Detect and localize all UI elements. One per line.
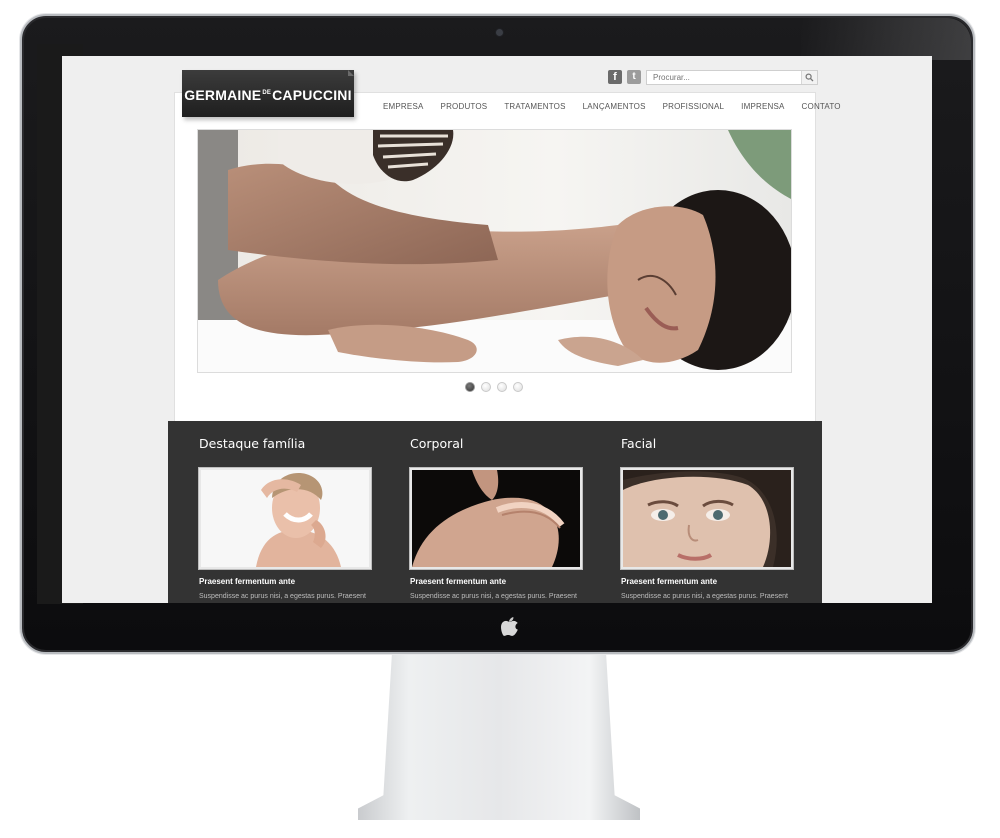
- hero-image: [198, 130, 791, 372]
- search-icon: [805, 73, 814, 82]
- camera-lens: [496, 29, 503, 36]
- feature-band: Destaque família Praesent fermentum ante…: [168, 421, 822, 603]
- logo[interactable]: GERMAINEDECAPUCCINI: [182, 70, 354, 117]
- feature-image[interactable]: [621, 468, 793, 569]
- screen: GERMAINEDECAPUCCINI f t EMPRESA PRODUTOS…: [62, 56, 932, 603]
- slider-dot-4[interactable]: [513, 382, 523, 392]
- feature-title[interactable]: Facial: [621, 436, 656, 451]
- slider-dot-3[interactable]: [497, 382, 507, 392]
- nav-item-tratamentos[interactable]: TRATAMENTOS: [504, 102, 565, 114]
- bezel-gloss: [801, 18, 971, 60]
- feature-photo-smile: [201, 470, 369, 567]
- slider-dots: [465, 382, 523, 392]
- feature-image[interactable]: [410, 468, 582, 569]
- feature-image[interactable]: [199, 468, 371, 569]
- apple-logo: [501, 617, 519, 636]
- search-button[interactable]: [801, 71, 817, 84]
- nav-item-imprensa[interactable]: IMPRENSA: [741, 102, 784, 114]
- feature-text: Suspendisse ac purus nisi, a egestas pur…: [621, 593, 788, 600]
- nav-item-lancamentos[interactable]: LANÇAMENTOS: [583, 102, 646, 114]
- slider-dot-1[interactable]: [465, 382, 475, 392]
- facebook-icon[interactable]: f: [608, 70, 622, 84]
- monitor-stand: [358, 655, 640, 820]
- slider-dot-2[interactable]: [481, 382, 491, 392]
- feature-photo-shoulder: [412, 470, 580, 567]
- feature-heading[interactable]: Praesent fermentum ante: [410, 577, 506, 586]
- feature-photo-face: [623, 470, 791, 567]
- feature-text: Suspendisse ac purus nisi, a egestas pur…: [199, 593, 366, 600]
- feature-title[interactable]: Corporal: [410, 436, 463, 451]
- logo-text-small: DE: [262, 90, 272, 96]
- nav-item-empresa[interactable]: EMPRESA: [383, 102, 424, 114]
- feature-text: Suspendisse ac purus nisi, a egestas pur…: [410, 593, 577, 600]
- nav-item-profissional[interactable]: PROFISSIONAL: [663, 102, 725, 114]
- search-input[interactable]: [647, 71, 802, 84]
- main-nav: EMPRESA PRODUTOS TRATAMENTOS LANÇAMENTOS…: [383, 102, 841, 114]
- feature-title[interactable]: Destaque família: [199, 436, 305, 451]
- search-box: [646, 70, 818, 85]
- feature-heading[interactable]: Praesent fermentum ante: [199, 577, 295, 586]
- twitter-icon[interactable]: t: [627, 70, 641, 84]
- logo-text-main: GERMAINE: [184, 87, 262, 103]
- nav-item-produtos[interactable]: PRODUTOS: [441, 102, 488, 114]
- hero-slide[interactable]: [197, 129, 792, 373]
- nav-item-contato[interactable]: CONTATO: [802, 102, 841, 114]
- logo-text-end: CAPUCCINI: [272, 87, 352, 103]
- feature-heading[interactable]: Praesent fermentum ante: [621, 577, 717, 586]
